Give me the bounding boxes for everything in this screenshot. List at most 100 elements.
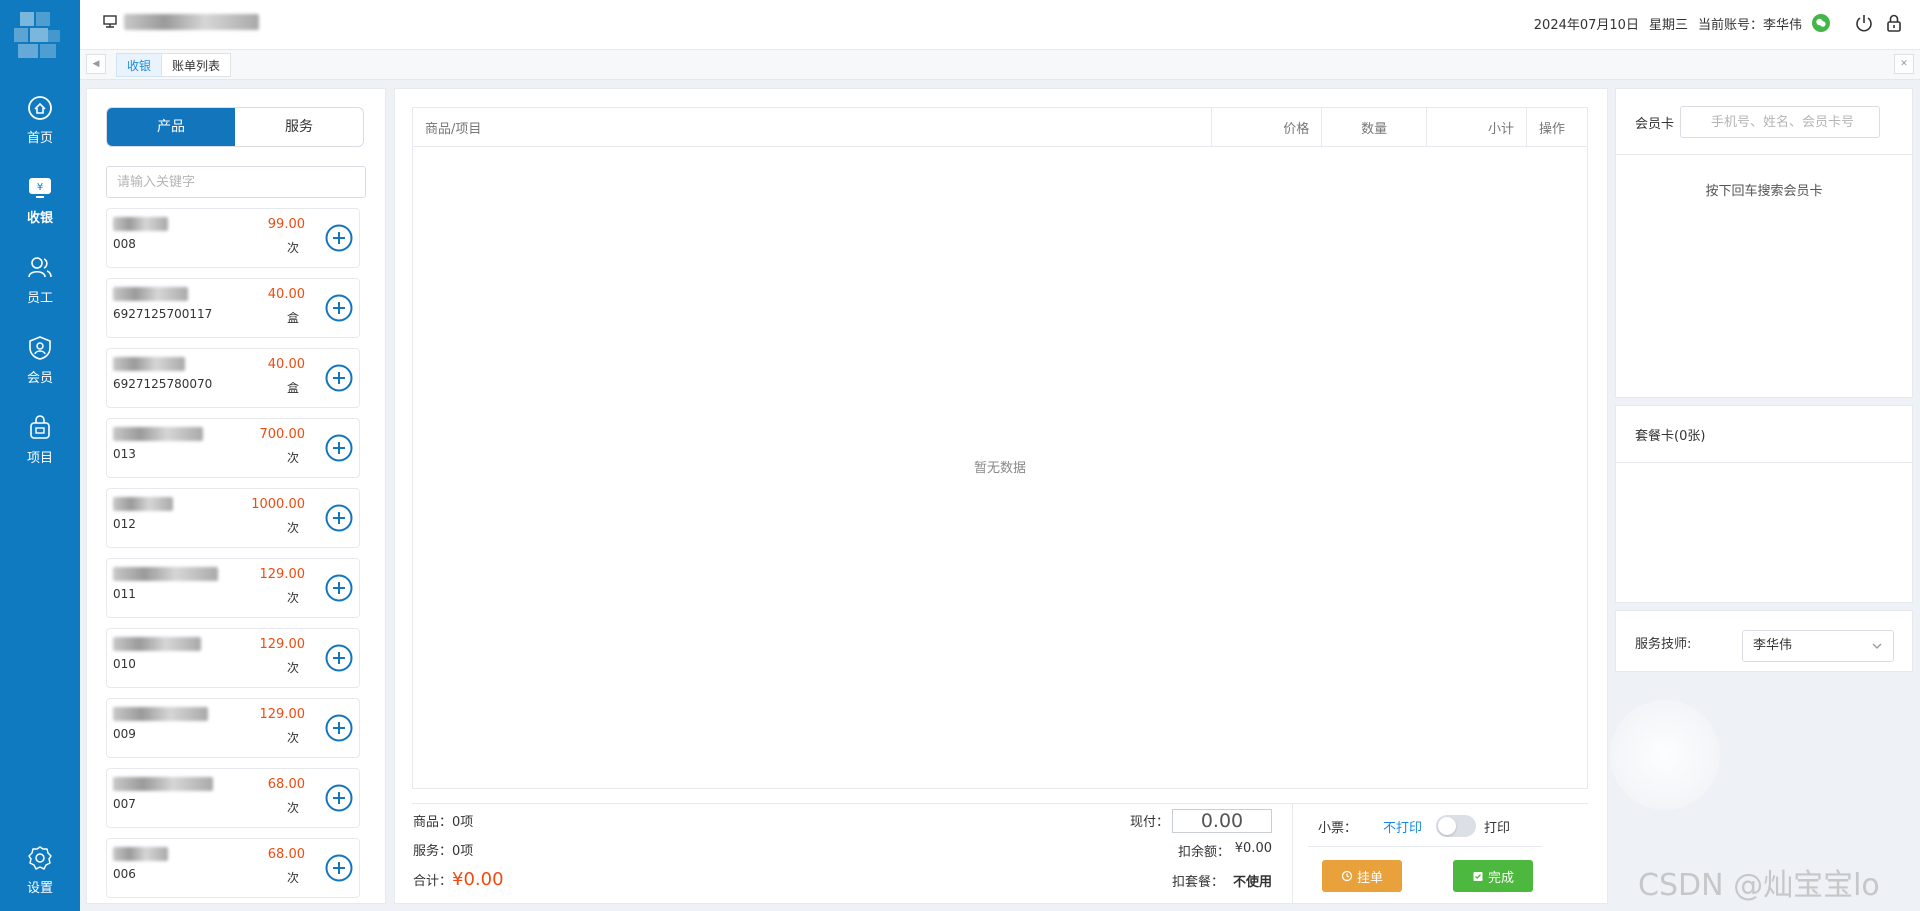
product-price: 700.00 <box>259 427 306 442</box>
product-price: 1000.00 <box>251 497 305 512</box>
product-price: 40.00 <box>267 287 305 302</box>
product-item[interactable]: 006 68.00 次 <box>106 838 360 898</box>
product-unit: 次 <box>286 521 299 535</box>
tab-scroll-left[interactable]: ◀ <box>86 54 106 74</box>
member-search-input[interactable] <box>1680 106 1880 138</box>
keyword-input[interactable] <box>106 166 366 198</box>
col-item: 商品/项目 <box>413 108 1213 146</box>
col-qty: 数量 <box>1322 108 1428 146</box>
product-name-redacted <box>113 287 188 301</box>
product-item[interactable]: 6927125700117 40.00 盒 <box>106 278 360 338</box>
cashier-icon: ¥ <box>29 177 51 198</box>
tab-cashier[interactable]: 收银 <box>116 53 163 77</box>
staff-icon <box>28 256 52 277</box>
clock-icon <box>1341 870 1353 882</box>
print-toggle[interactable] <box>1436 815 1476 837</box>
product-item[interactable]: 008 99.00 次 <box>106 208 360 268</box>
nav-item-member[interactable]: 会员 <box>0 328 80 392</box>
add-circle-icon[interactable] <box>325 784 353 812</box>
nav-item-settings[interactable]: 设置 <box>0 838 80 902</box>
nav-item-project[interactable]: 项目 <box>0 408 80 472</box>
hold-order-button[interactable]: 挂单 <box>1322 860 1402 892</box>
watermark: CSDN @灿宝宝lo <box>1638 868 1880 903</box>
nav-item-cashier[interactable]: ¥ 收银 <box>0 168 80 232</box>
check-icon <box>1473 872 1483 881</box>
product-item[interactable]: 010 129.00 次 <box>106 628 360 688</box>
divider <box>1615 154 1913 155</box>
nav-label: 员工 <box>26 290 53 306</box>
store-icon <box>103 15 117 28</box>
product-name-redacted <box>113 497 173 511</box>
header-weekday: 星期三 <box>1648 17 1688 33</box>
package-deduct: 扣套餐： 不使用 <box>1172 875 1272 890</box>
tab-bill-list[interactable]: 账单列表 <box>161 53 232 77</box>
product-unit: 次 <box>286 661 299 675</box>
order-table-body: 暂无数据 <box>412 147 1588 789</box>
total-value: ¥0.00 <box>452 869 504 890</box>
product-unit: 次 <box>286 591 299 605</box>
search-hint: 按下回车搜索会员卡 <box>1705 184 1823 199</box>
category-segment: 产品 服务 <box>106 107 364 147</box>
segment-products[interactable]: 产品 <box>107 108 235 146</box>
add-circle-icon[interactable] <box>325 644 353 672</box>
product-name-redacted <box>113 217 168 231</box>
product-code: 013 <box>113 447 136 461</box>
add-circle-icon[interactable] <box>325 504 353 532</box>
no-print-option[interactable]: 不打印 <box>1383 817 1422 836</box>
product-unit: 盒 <box>286 381 299 395</box>
nav-label: 首页 <box>26 130 53 146</box>
product-item[interactable]: 012 1000.00 次 <box>106 488 360 548</box>
order-table-header: 商品/项目 价格 数量 小计 操作 <box>412 107 1588 147</box>
nav-label: 会员 <box>26 370 53 386</box>
member-card-label: 会员卡 <box>1635 117 1675 132</box>
divider <box>412 803 1588 804</box>
power-icon[interactable] <box>1854 13 1874 33</box>
top-header: 2024年07月10日 星期三 当前账号：李华伟 <box>80 0 1920 50</box>
add-circle-icon[interactable] <box>325 434 353 462</box>
technician-label: 服务技师: <box>1635 637 1692 652</box>
project-icon <box>30 414 50 439</box>
product-price: 99.00 <box>267 217 305 232</box>
product-code: 010 <box>113 657 136 671</box>
product-name-redacted <box>113 637 201 651</box>
product-price: 129.00 <box>259 707 306 722</box>
nav-item-staff[interactable]: 员工 <box>0 248 80 312</box>
add-circle-icon[interactable] <box>325 364 353 392</box>
product-item[interactable]: 011 129.00 次 <box>106 558 360 618</box>
complete-button[interactable]: 完成 <box>1453 860 1533 892</box>
product-price: 129.00 <box>259 637 306 652</box>
product-item[interactable]: 009 129.00 次 <box>106 698 360 758</box>
logo <box>14 12 60 58</box>
add-circle-icon[interactable] <box>325 854 353 882</box>
product-item[interactable]: 007 68.00 次 <box>106 768 360 828</box>
nav-item-home[interactable]: 首页 <box>0 88 80 152</box>
product-name-redacted <box>113 357 185 371</box>
add-circle-icon[interactable] <box>325 574 353 602</box>
cash-label: 现付： <box>1130 815 1170 830</box>
product-name-redacted <box>113 777 213 791</box>
product-item[interactable]: 6927125780070 40.00 盒 <box>106 348 360 408</box>
wechat-icon[interactable] <box>1812 14 1830 32</box>
goods-count: 商品：0项 <box>413 815 474 830</box>
add-circle-icon[interactable] <box>325 714 353 742</box>
add-circle-icon[interactable] <box>325 294 353 322</box>
product-item[interactable]: 013 700.00 次 <box>106 418 360 478</box>
product-unit: 次 <box>286 451 299 465</box>
nav-label: 设置 <box>26 880 53 896</box>
chevron-down-icon <box>1872 643 1882 649</box>
print-option[interactable]: 打印 <box>1484 817 1510 836</box>
gear-icon <box>28 845 52 870</box>
product-code: 6927125700117 <box>113 307 213 321</box>
lock-icon[interactable] <box>1884 13 1904 33</box>
col-action: 操作 <box>1539 121 1566 137</box>
product-name-redacted <box>113 427 203 441</box>
segment-services[interactable]: 服务 <box>235 108 363 146</box>
tab-close-all[interactable]: ✕ <box>1894 54 1914 74</box>
technician-select[interactable]: 李华伟 <box>1742 630 1894 662</box>
product-code: 012 <box>113 517 136 531</box>
product-name-redacted <box>113 707 208 721</box>
home-icon <box>28 95 52 120</box>
product-unit: 次 <box>286 871 299 885</box>
cash-input[interactable] <box>1172 809 1272 833</box>
add-circle-icon[interactable] <box>325 224 353 252</box>
